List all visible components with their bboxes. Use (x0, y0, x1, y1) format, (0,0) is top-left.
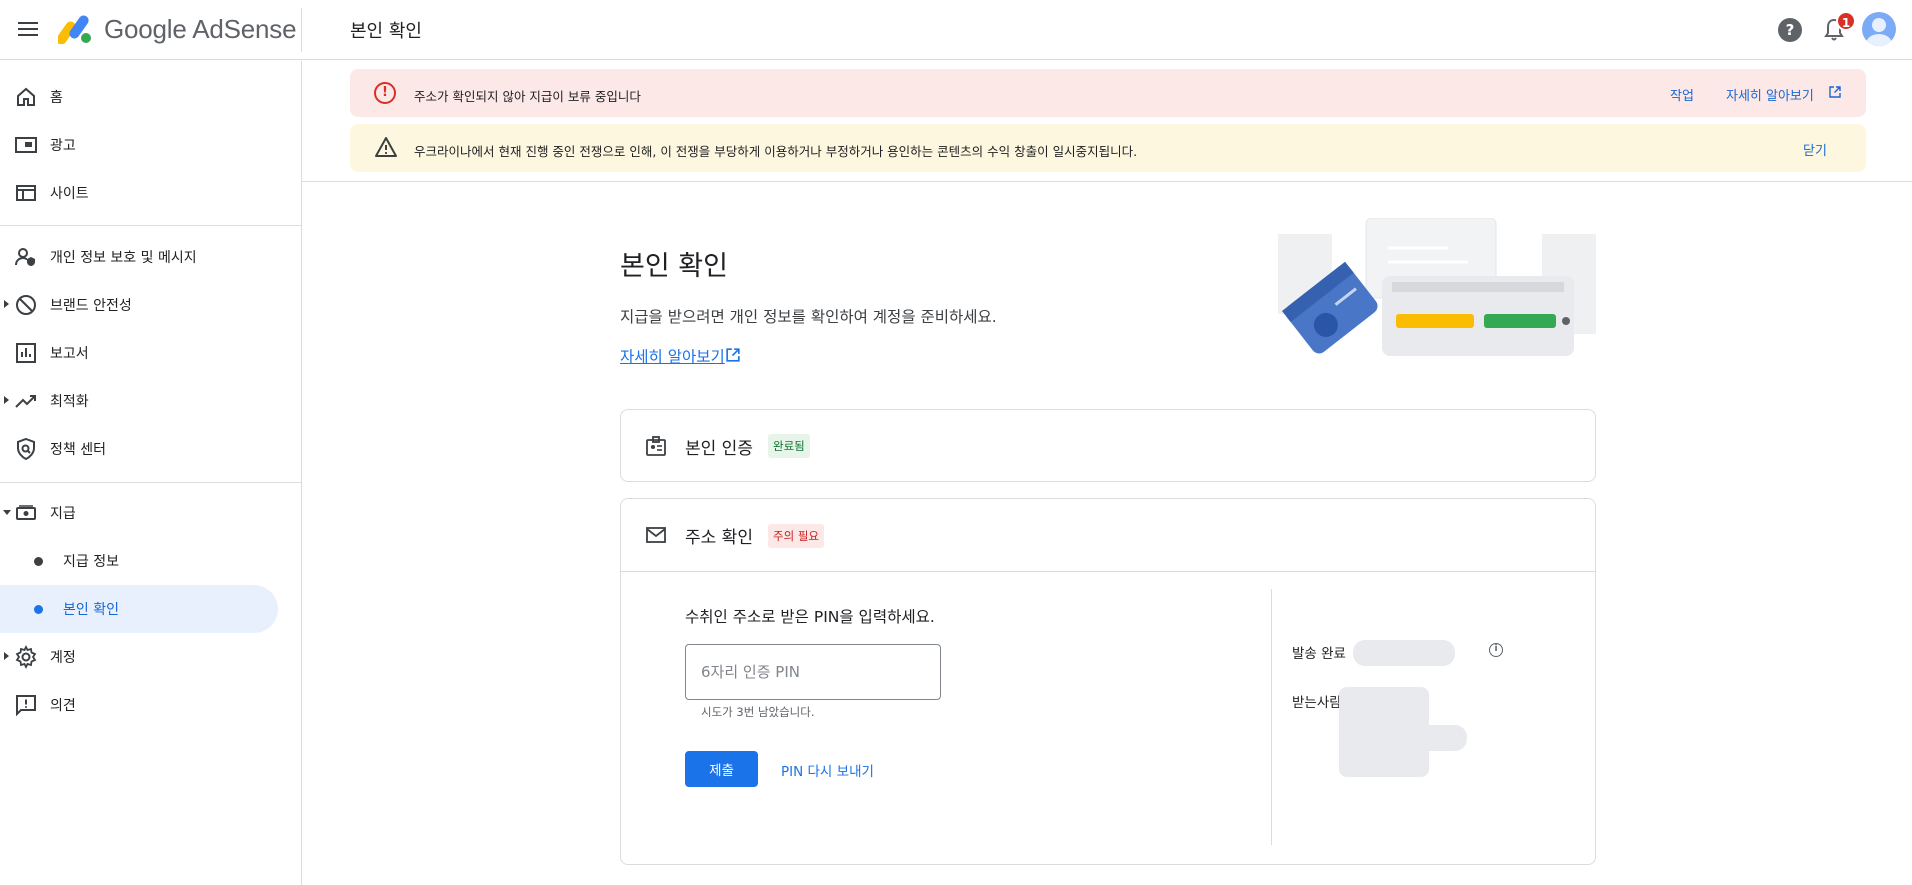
address-card-title: 주소 확인 (685, 528, 753, 548)
adsense-logo-icon (58, 15, 91, 44)
sidebar-item-label: 광고 (50, 138, 76, 154)
warning-icon (375, 137, 397, 157)
sidebar-item-label: 지급 정보 (63, 554, 119, 570)
redacted-recipient-address-line (1381, 725, 1467, 751)
sidebar-item-label: 지급 (50, 506, 76, 522)
status-badge: 주의 필요 (768, 524, 824, 548)
sidebar-item-label: 개인 정보 보호 및 메시지 (50, 250, 197, 266)
external-link-icon (1829, 86, 1841, 98)
id-badge-icon (646, 436, 666, 456)
sidebar-item-account[interactable]: 계정 (0, 633, 278, 681)
sidebar-item-privacy-messaging[interactable]: 개인 정보 보호 및 메시지 (0, 233, 278, 281)
feedback-icon (16, 695, 36, 717)
monetization-warning-banner: 우크라이나에서 현재 진행 중인 전쟁으로 인해, 이 전쟁을 부당하게 이용하… (350, 124, 1866, 172)
gear-icon (15, 645, 37, 669)
payments-icon (16, 505, 36, 520)
nav-divider (0, 225, 302, 226)
submit-button[interactable]: 제출 (685, 751, 758, 787)
nav-divider (0, 482, 302, 483)
sidebar-item-reports[interactable]: 보고서 (0, 329, 278, 377)
sidebar-item-label: 보고서 (50, 346, 89, 362)
warning-message: 우크라이나에서 현재 진행 중인 전쟁으로 인해, 이 전쟁을 부당하게 이용하… (414, 144, 1138, 159)
user-avatar[interactable] (1862, 12, 1896, 46)
sidebar-item-home[interactable]: 홈 (0, 73, 278, 121)
sidebar-item-sites[interactable]: 사이트 (0, 169, 278, 217)
bullet-icon (34, 557, 43, 566)
payment-hold-alert: ! 주소가 확인되지 않아 지급이 보류 중입니다 작업 자세히 알아보기 (350, 69, 1866, 117)
privacy-icon (15, 248, 35, 266)
ads-icon (15, 137, 37, 153)
sidebar-item-optimization[interactable]: 최적화 (0, 377, 278, 425)
sidebar-subitem-payment-info[interactable]: 지급 정보 (0, 537, 278, 585)
collapse-caret-icon (3, 510, 11, 515)
expand-caret-icon (4, 396, 9, 404)
sidebar-item-label: 정책 센터 (50, 442, 106, 458)
alert-message: 주소가 확인되지 않아 지급이 보류 중입니다 (414, 89, 641, 104)
sidebar-item-label: 사이트 (50, 186, 89, 202)
dismiss-button[interactable]: 닫기 (1803, 140, 1827, 159)
page-header-title: 본인 확인 (350, 21, 422, 42)
alert-learn-more-link[interactable]: 자세히 알아보기 (1726, 85, 1814, 104)
policy-icon (17, 437, 35, 461)
sidebar-item-label: 브랜드 안전성 (50, 298, 132, 314)
bullet-icon (34, 605, 43, 614)
pin-input[interactable] (685, 644, 941, 700)
main-menu-button[interactable] (16, 18, 40, 42)
help-icon[interactable]: ? (1778, 18, 1802, 42)
expand-caret-icon (4, 300, 9, 308)
vertical-divider (1271, 589, 1272, 845)
alert-action-link[interactable]: 작업 (1670, 85, 1694, 104)
notification-count-badge: 1 (1836, 11, 1856, 31)
page-description: 지급을 받으려면 개인 정보를 확인하여 계정을 준비하세요. (620, 308, 997, 326)
sidebar-item-label: 최적화 (50, 394, 89, 410)
sidebar-item-policy-center[interactable]: 정책 센터 (0, 425, 278, 473)
avatar-person-icon (1866, 18, 1892, 46)
header-divider (301, 8, 302, 52)
redacted-sent-date (1353, 640, 1455, 666)
status-badge: 완료됨 (768, 434, 810, 458)
info-icon[interactable]: i (1489, 643, 1503, 657)
identity-verification-card: 본인 인증 완료됨 (620, 409, 1596, 482)
optimization-icon (15, 395, 36, 408)
sidebar-subitem-verification[interactable]: 본인 확인 (0, 585, 278, 633)
identity-card-title: 본인 인증 (685, 439, 753, 459)
error-icon: ! (374, 82, 396, 104)
sidebar-item-label: 의견 (50, 698, 76, 714)
reports-icon (16, 343, 36, 363)
sidebar-item-label: 본인 확인 (63, 602, 119, 618)
sidebar-item-label: 홈 (50, 90, 63, 106)
mail-icon (646, 527, 666, 543)
sent-date-label: 발송 완료 (1292, 646, 1346, 662)
resend-pin-button[interactable]: PIN 다시 보내기 (781, 760, 874, 780)
address-verification-card: 주소 확인 주의 필요 수취인 주소로 받은 PIN을 입력하세요. 시도가 3… (620, 498, 1596, 865)
sidebar-item-label: 계정 (50, 650, 76, 666)
app-name: Google AdSense (104, 14, 297, 44)
card-divider (621, 571, 1595, 572)
sites-icon (16, 185, 36, 201)
verification-illustration (1278, 218, 1596, 356)
recipient-label: 받는사람 (1292, 695, 1342, 711)
learn-more-link[interactable]: 자세히 알아보기 (620, 345, 725, 367)
home-icon (17, 87, 35, 106)
expand-caret-icon (4, 652, 9, 660)
sidebar: 홈 광고 사이트 개인 정보 보호 및 메시지 브랜드 안전성 보고서 최적화 … (0, 61, 302, 885)
sidebar-item-payments[interactable]: 지급 (0, 489, 278, 537)
pin-prompt: 수취인 주소로 받은 PIN을 입력하세요. (685, 608, 935, 626)
sidebar-item-feedback[interactable]: 의견 (0, 681, 278, 729)
banner-section-divider (302, 181, 1912, 182)
brand-safety-icon (16, 295, 36, 315)
sidebar-item-ads[interactable]: 광고 (0, 121, 278, 169)
top-app-bar: Google AdSense 본인 확인 ? 1 (0, 0, 1912, 60)
external-link-icon (726, 348, 740, 362)
sidebar-item-brand-safety[interactable]: 브랜드 안전성 (0, 281, 278, 329)
attempts-remaining-hint: 시도가 3번 남았습니다. (701, 705, 815, 719)
page-title: 본인 확인 (620, 251, 728, 282)
